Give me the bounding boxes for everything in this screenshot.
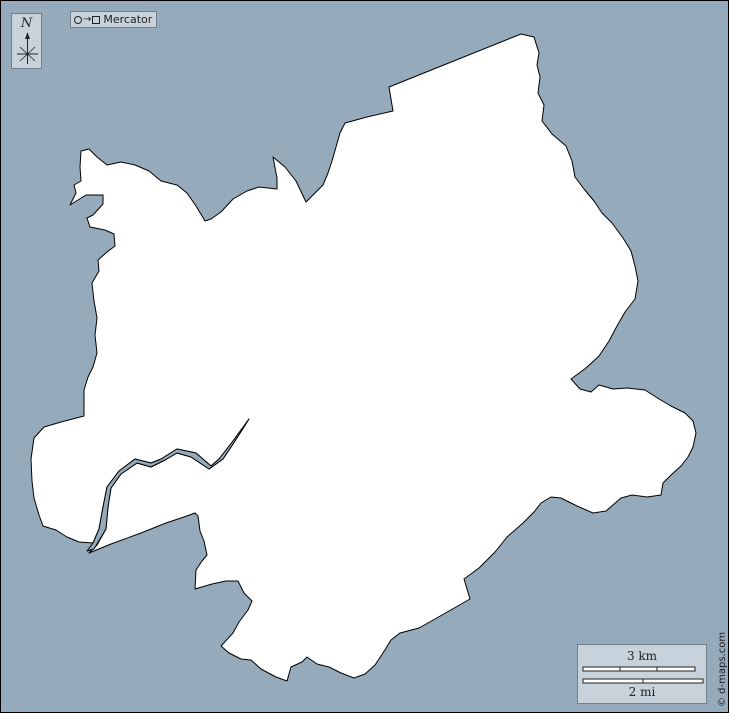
- compass-icon: [17, 32, 38, 64]
- map-drawing: [30, 33, 697, 682]
- scale-mi-label: 2 mi: [628, 685, 656, 699]
- scale-km-label: 3 km: [626, 649, 658, 663]
- north-arrow-panel: N: [11, 13, 42, 69]
- square-icon: [92, 15, 101, 24]
- credit-label: © d-maps.com: [717, 631, 728, 707]
- projection-label: Mercator: [103, 13, 153, 26]
- scale-bar-panel: 3 km 2 mi: [577, 644, 707, 704]
- projection-symbol: →: [74, 13, 101, 25]
- scale-bar: [582, 666, 704, 684]
- north-label: N: [20, 16, 33, 31]
- municipality-outline: [30, 33, 697, 682]
- projection-panel: → Mercator: [70, 11, 158, 28]
- circle-icon: [74, 15, 82, 24]
- arrow-right-icon: →: [83, 13, 92, 25]
- map-canvas: N → Mercator 3 km 2 mi © d-maps.com: [0, 0, 729, 713]
